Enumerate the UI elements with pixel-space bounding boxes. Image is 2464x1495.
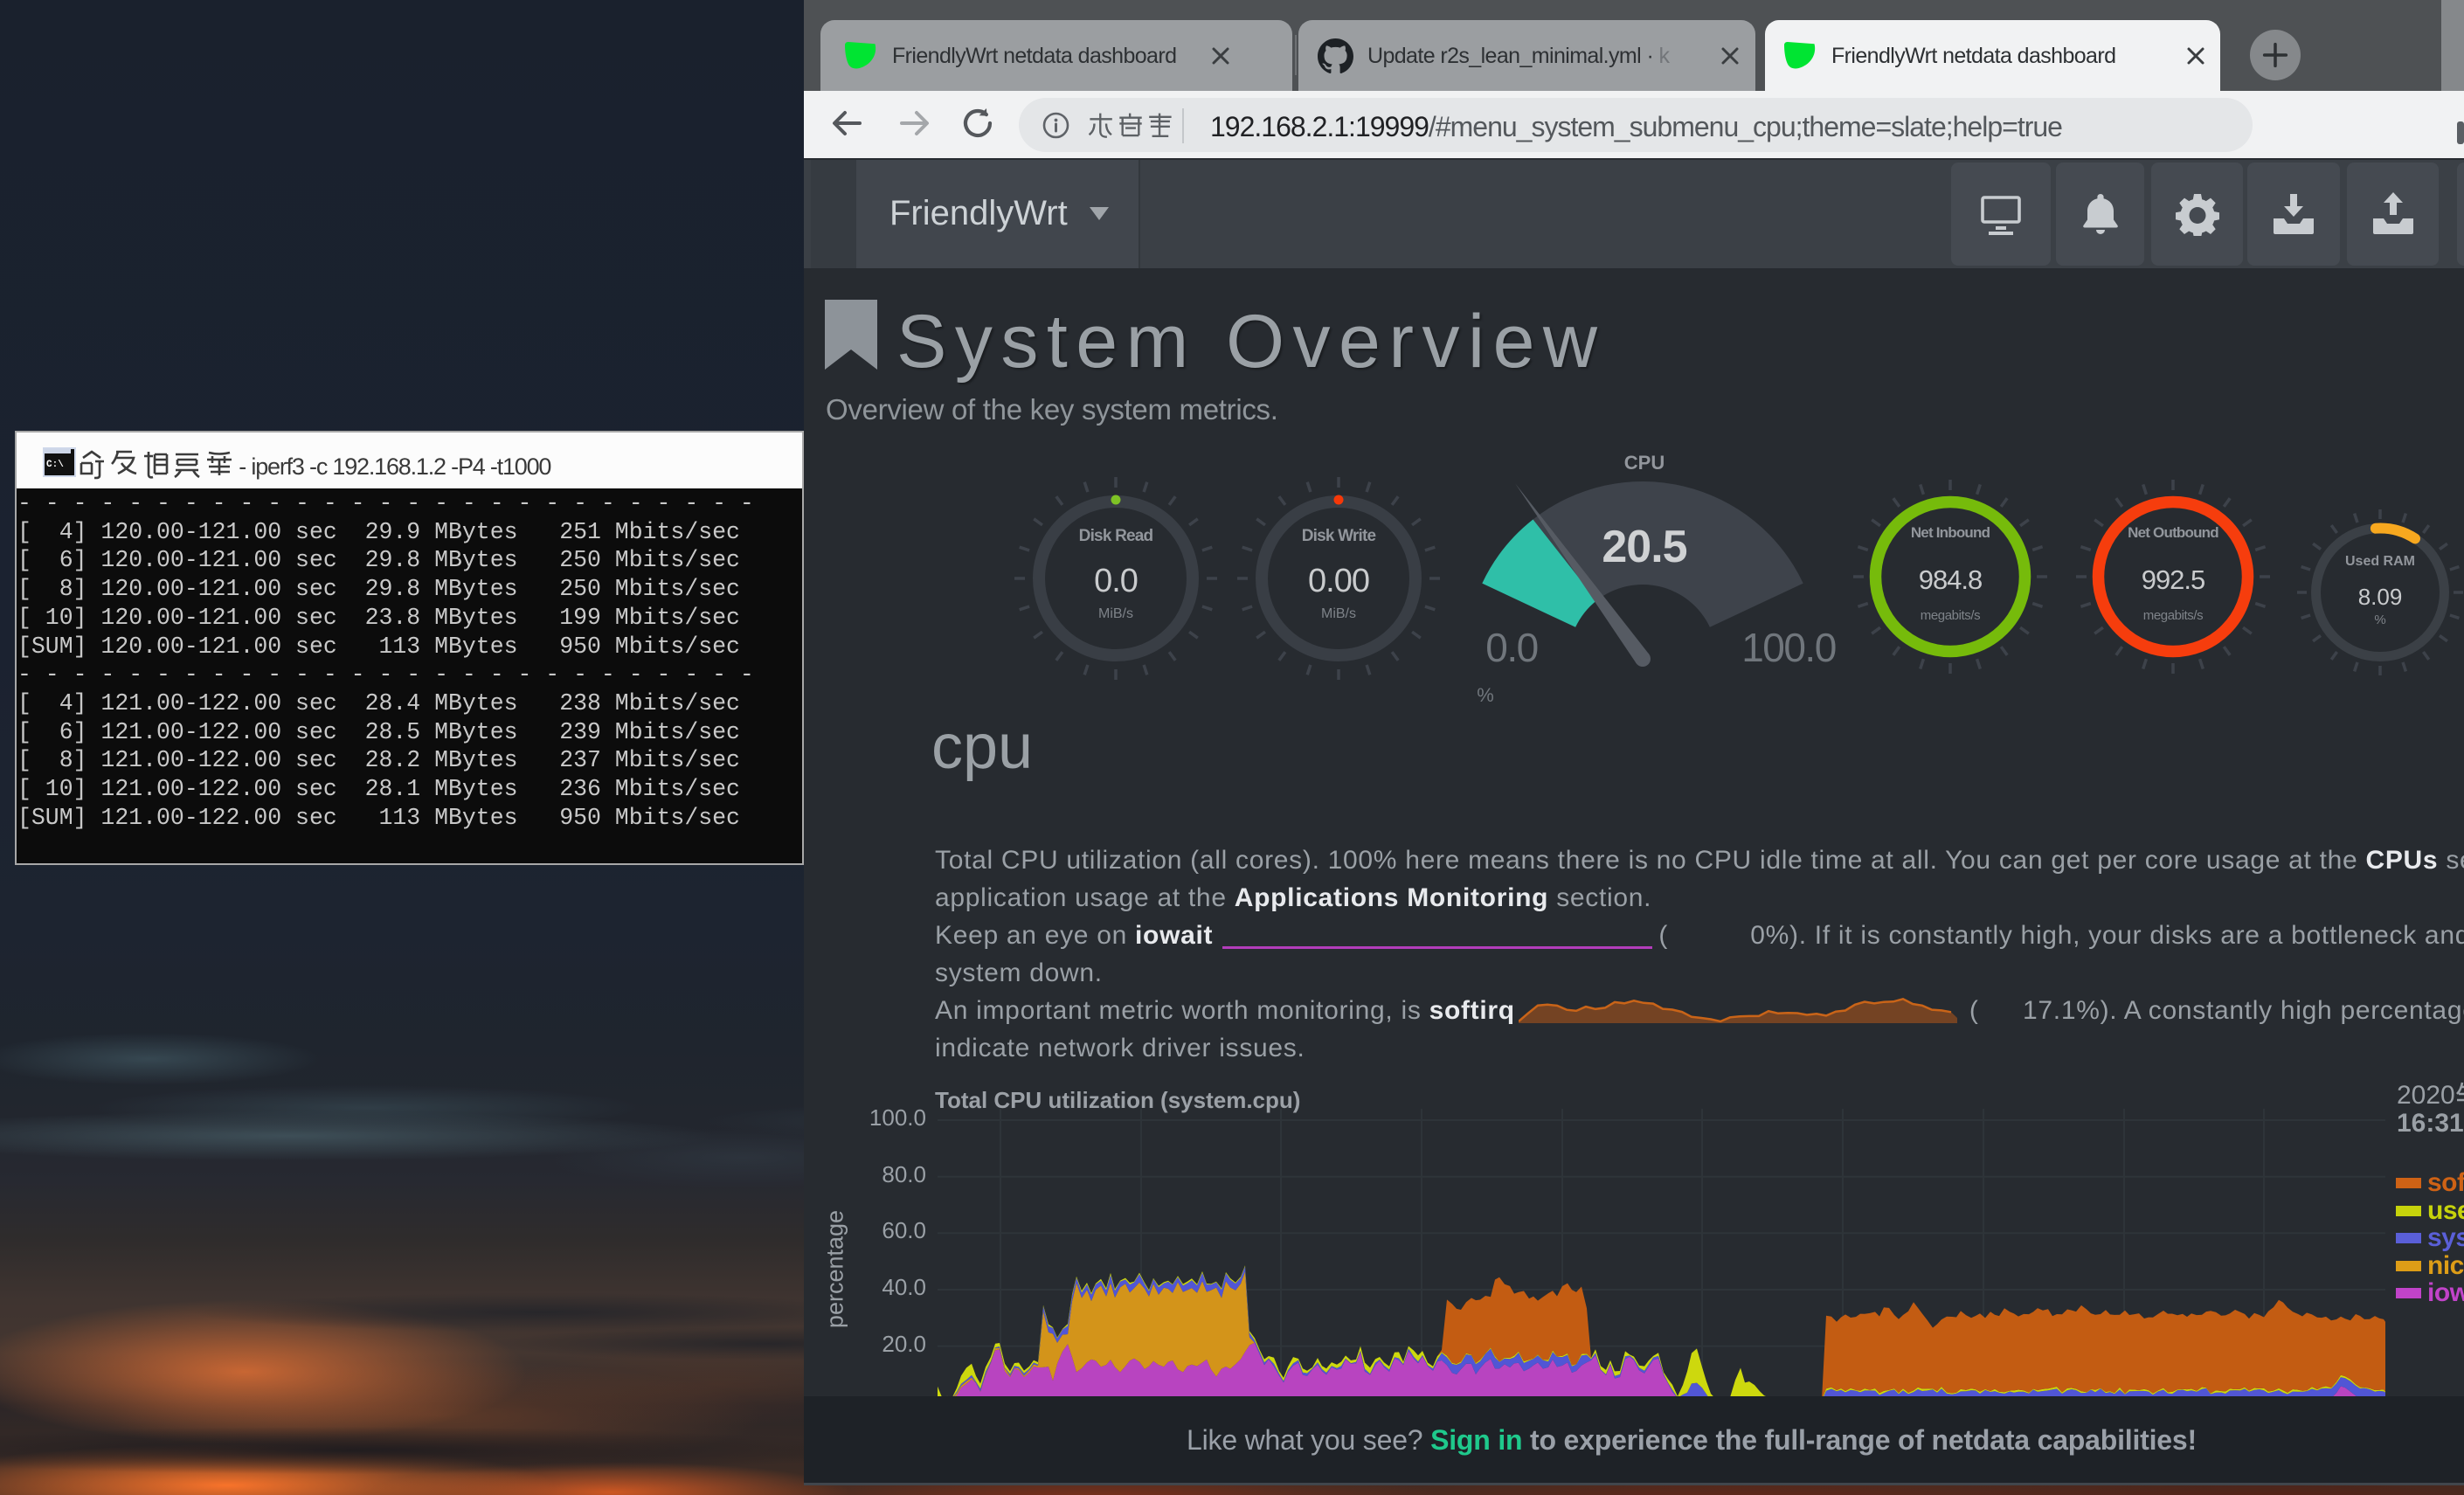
svg-text:100.0: 100.0 (1741, 625, 1836, 670)
svg-text:%: % (2374, 613, 2385, 627)
svg-text:MiB/s: MiB/s (1321, 606, 1356, 621)
svg-text:CPU: CPU (1624, 452, 1665, 474)
svg-text:0.0: 0.0 (1094, 563, 1138, 599)
svg-text:8.09: 8.09 (2358, 584, 2403, 610)
svg-text:Disk Read: Disk Read (1079, 527, 1153, 545)
svg-text:C:\: C:\ (46, 460, 64, 470)
svg-text:20.5: 20.5 (1602, 522, 1686, 572)
svg-text:984.8: 984.8 (1919, 564, 1983, 595)
svg-text:0.00: 0.00 (1308, 563, 1369, 599)
svg-text:Net Inbound: Net Inbound (1911, 524, 1990, 541)
svg-text:Net Outbound: Net Outbound (2128, 524, 2218, 541)
svg-text:megabits/s: megabits/s (2143, 608, 2204, 623)
svg-text:Used RAM: Used RAM (2345, 554, 2415, 569)
svg-text:%: % (1477, 684, 1494, 706)
svg-text:megabits/s: megabits/s (1921, 608, 1981, 623)
svg-text:MiB/s: MiB/s (1098, 606, 1133, 621)
svg-text:992.5: 992.5 (2142, 564, 2205, 595)
svg-text:0.0: 0.0 (1485, 625, 1537, 670)
svg-text:Disk Write: Disk Write (1302, 527, 1376, 545)
